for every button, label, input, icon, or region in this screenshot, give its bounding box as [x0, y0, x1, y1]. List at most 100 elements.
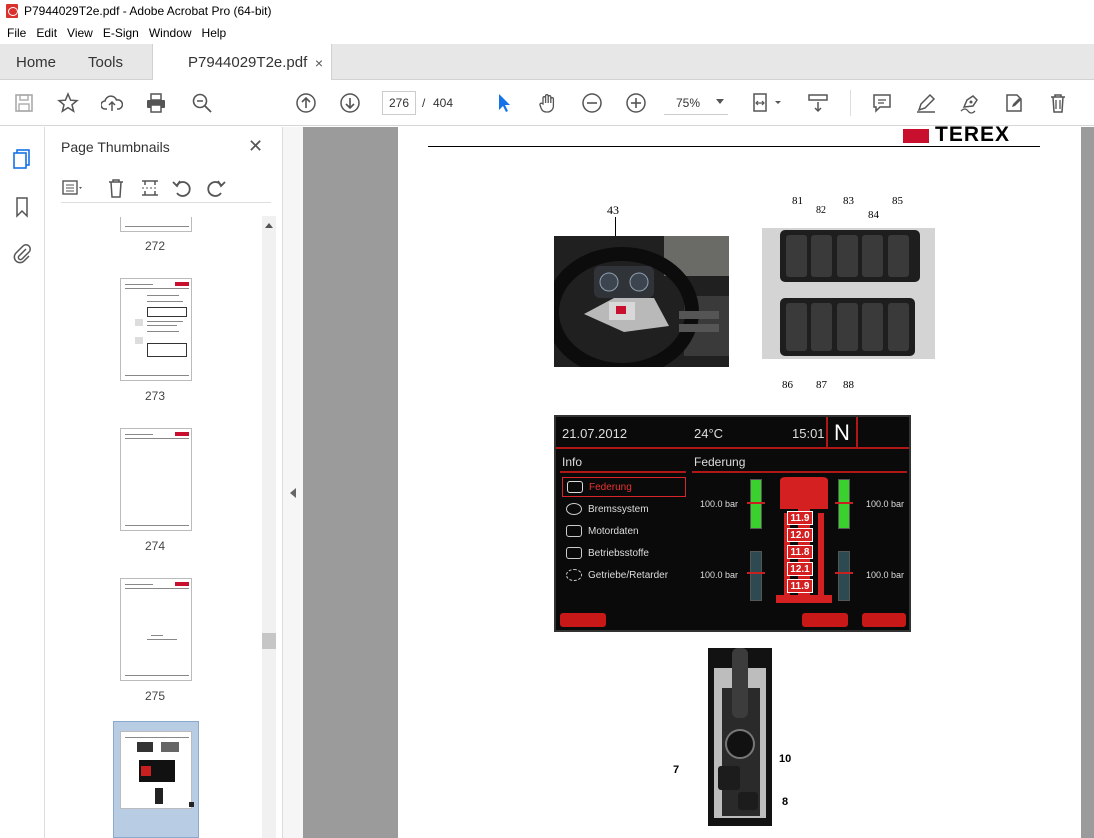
- select-cursor-icon[interactable]: [492, 91, 516, 115]
- dashboard-menu-getriebe: Getriebe/Retarder: [566, 569, 668, 581]
- engine-icon: [566, 525, 582, 537]
- thumbnail-page-273[interactable]: [120, 278, 192, 381]
- dashboard-date: 21.07.2012: [562, 426, 628, 441]
- bookmark-star-icon[interactable]: [56, 91, 80, 115]
- tab-document[interactable]: P7944029T2e.pdf ×: [152, 44, 332, 81]
- terex-logo-mark: [903, 129, 929, 143]
- zoom-in-icon[interactable]: [624, 91, 648, 115]
- menu-help[interactable]: Help: [197, 26, 232, 40]
- dashboard-federung-header: Federung: [694, 455, 746, 469]
- scroll-up-icon[interactable]: [265, 223, 273, 228]
- save-icon[interactable]: [12, 91, 36, 115]
- thumbnail-label: 274: [144, 539, 166, 553]
- sign-pen-icon[interactable]: [958, 91, 982, 115]
- toolbar-divider: [850, 90, 851, 116]
- axle-value: 12.0: [787, 528, 813, 542]
- page-fit-icon[interactable]: [750, 91, 786, 115]
- thumbnail-scrollbar[interactable]: [262, 216, 276, 838]
- tab-bar: Home Tools P7944029T2e.pdf ×: [0, 44, 1094, 81]
- rotate-cw-icon[interactable]: [205, 177, 227, 199]
- delete-trash-icon[interactable]: [1046, 91, 1070, 115]
- callout-88: 88: [843, 379, 854, 391]
- brake-icon: [566, 503, 582, 515]
- tab-close-icon[interactable]: ×: [315, 55, 323, 71]
- attachments-paperclip-icon[interactable]: [10, 241, 34, 265]
- share-cloud-icon[interactable]: [100, 91, 124, 115]
- dashboard-menu-bremssystem: Bremssystem: [566, 503, 649, 515]
- panel-title: Page Thumbnails: [61, 139, 170, 155]
- scroll-mode-icon[interactable]: [806, 91, 830, 115]
- callout-81: 81: [792, 195, 803, 207]
- edit-pdf-icon[interactable]: [1002, 91, 1026, 115]
- thumbnail-list: 272 273 274 275: [45, 217, 283, 838]
- callout-7: 7: [673, 764, 680, 776]
- fluids-icon: [566, 547, 582, 559]
- main-toolbar: 276 / 404 75%: [0, 80, 1094, 126]
- thumbnail-toolbar: [61, 175, 271, 203]
- axle-value: 12.1: [787, 562, 813, 576]
- suspension-icon: [567, 481, 583, 493]
- header-rule: [428, 146, 1040, 147]
- callout-86: 86: [782, 379, 793, 391]
- axle-value: 11.9: [787, 579, 813, 593]
- page-number-input[interactable]: 276: [382, 91, 416, 115]
- zoom-out-icon[interactable]: [580, 91, 604, 115]
- menu-esign[interactable]: E-Sign: [98, 26, 144, 40]
- rotate-ccw-icon[interactable]: [171, 177, 193, 199]
- comment-icon[interactable]: [870, 91, 894, 115]
- axle-value: 11.9: [787, 511, 813, 525]
- zoom-select[interactable]: 75%: [664, 91, 728, 115]
- callout-85: 85: [892, 195, 903, 207]
- page-separator: /: [422, 96, 426, 110]
- thumbnail-page-274[interactable]: [120, 428, 192, 531]
- dashboard-time: 15:01: [792, 426, 825, 441]
- print-icon[interactable]: [144, 91, 168, 115]
- dashboard-brightness-button: [862, 613, 906, 627]
- gauge-front-left: [747, 479, 765, 529]
- dashboard-back-button: [560, 613, 606, 627]
- menu-view[interactable]: View: [62, 26, 98, 40]
- scrollbar-thumb[interactable]: [262, 633, 276, 649]
- tab-tools[interactable]: Tools: [88, 44, 123, 80]
- thumbnail-page-276[interactable]: [120, 731, 194, 809]
- dashboard-info-header: Info: [562, 455, 583, 469]
- thumbnail-page-275[interactable]: [120, 578, 192, 681]
- extract-page-icon[interactable]: [139, 177, 161, 199]
- panel-splitter[interactable]: [283, 127, 303, 838]
- delete-page-icon[interactable]: [105, 177, 127, 199]
- axle-value: 11.8: [787, 545, 813, 559]
- menu-file[interactable]: File: [2, 26, 31, 40]
- thumbnails-panel: Page Thumbnails ✕ 272 273 274 275: [45, 127, 283, 838]
- gearshift-photo: [708, 648, 772, 826]
- pressure-front-right: 100.0 bar: [866, 499, 905, 509]
- dashboard-screen: 21.07.2012 24°C 15:01 N Info Federung Fe…: [554, 415, 911, 632]
- terex-logo: TEREX: [903, 124, 1045, 145]
- collapse-panel-icon[interactable]: [290, 488, 296, 498]
- chevron-down-icon: [716, 99, 724, 104]
- panel-close-icon[interactable]: ✕: [248, 136, 263, 157]
- dashboard-function-button: [802, 613, 848, 627]
- menu-edit[interactable]: Edit: [31, 26, 62, 40]
- menu-window[interactable]: Window: [144, 26, 197, 40]
- dashboard-menu-motordaten: Motordaten: [566, 525, 639, 537]
- dashboard-temperature: 24°C: [694, 426, 724, 441]
- highlight-pen-icon[interactable]: [914, 91, 938, 115]
- page-thumbnails-icon[interactable]: [10, 147, 34, 171]
- gauge-rear-left: [747, 551, 765, 601]
- bookmarks-icon[interactable]: [10, 195, 34, 219]
- previous-page-icon[interactable]: [294, 91, 318, 115]
- thumbnail-page-272[interactable]: [120, 217, 192, 232]
- callout-43: 43: [607, 203, 619, 217]
- callout-8: 8: [782, 796, 789, 808]
- search-zoom-icon[interactable]: [190, 91, 214, 115]
- options-menu-icon[interactable]: [61, 177, 83, 199]
- next-page-icon[interactable]: [338, 91, 362, 115]
- header-underline: [560, 471, 686, 473]
- callout-84: 84: [868, 209, 879, 221]
- pressure-rear-left: 100.0 bar: [700, 570, 739, 580]
- acrobat-pdf-icon: [6, 4, 18, 18]
- callout-83: 83: [843, 195, 854, 207]
- hand-tool-icon[interactable]: [536, 91, 560, 115]
- callout-87: 87: [816, 379, 827, 391]
- tab-home[interactable]: Home: [16, 44, 56, 80]
